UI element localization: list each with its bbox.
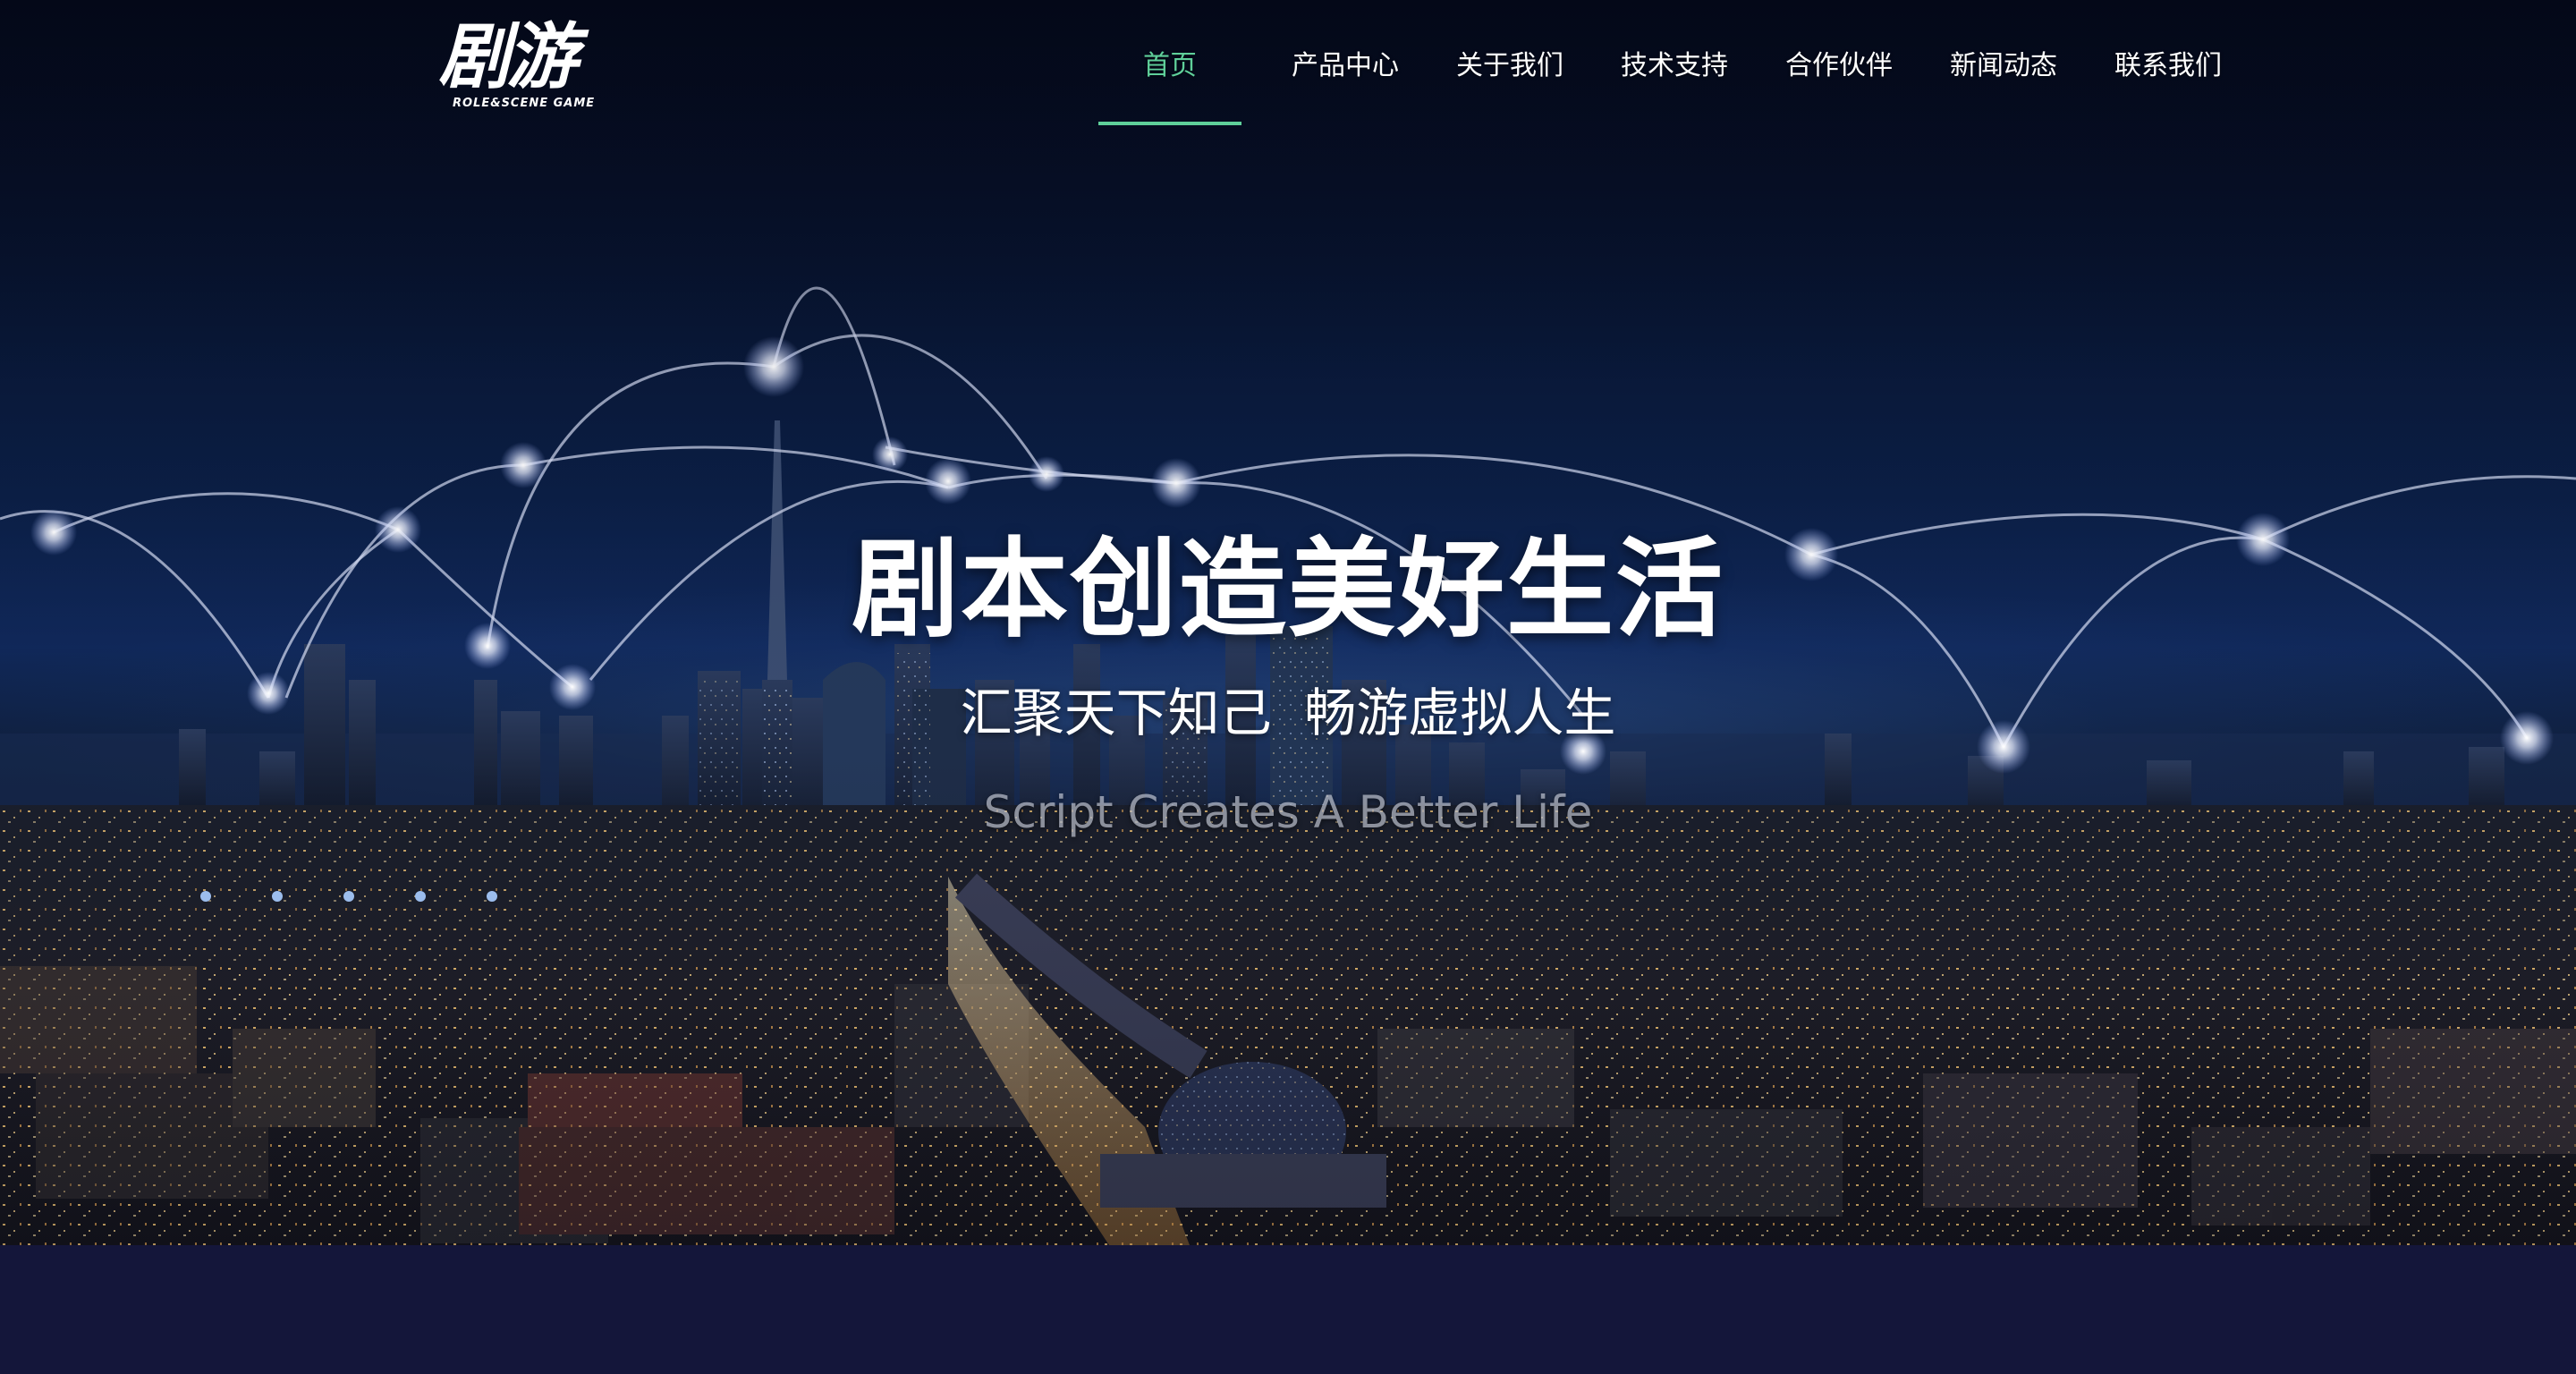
nav-item-support[interactable]: 技术支持: [1621, 0, 1728, 125]
nav-item-home[interactable]: 首页: [1098, 0, 1241, 125]
nav-item-contact[interactable]: 联系我们: [2114, 0, 2222, 125]
hero-subline: 汇聚天下知己 畅游虚拟人生: [960, 683, 1616, 743]
section-band: [0, 1245, 2576, 1374]
hero-english-tagline: Script Creates A Better Life: [983, 786, 1593, 838]
hero-banner: 剧游 ROLE&SCENE GAME 首页 产品中心 关于我们 技术支持 合作伙…: [0, 0, 2576, 1245]
nav-item-partners[interactable]: 合作伙伴: [1785, 0, 1893, 125]
hero-headline: 剧本创造美好生活: [852, 528, 1724, 652]
nav-item-news[interactable]: 新闻动态: [1950, 0, 2057, 125]
page: 剧游 ROLE&SCENE GAME 首页 产品中心 关于我们 技术支持 合作伙…: [0, 0, 2576, 1374]
main-nav: 首页 产品中心 关于我们 技术支持 合作伙伴 新闻动态 联系我们: [1098, 0, 2222, 125]
nav-item-about[interactable]: 关于我们: [1456, 0, 1563, 125]
brand-logo[interactable]: 剧游 ROLE&SCENE GAME: [438, 14, 608, 113]
logo-wordmark: 剧游: [438, 15, 578, 98]
nav-item-products[interactable]: 产品中心: [1292, 0, 1399, 125]
logo-subtitle: ROLE&SCENE GAME: [453, 97, 596, 110]
top-navigation-bar: 剧游 ROLE&SCENE GAME 首页 产品中心 关于我们 技术支持 合作伙…: [0, 0, 2576, 125]
